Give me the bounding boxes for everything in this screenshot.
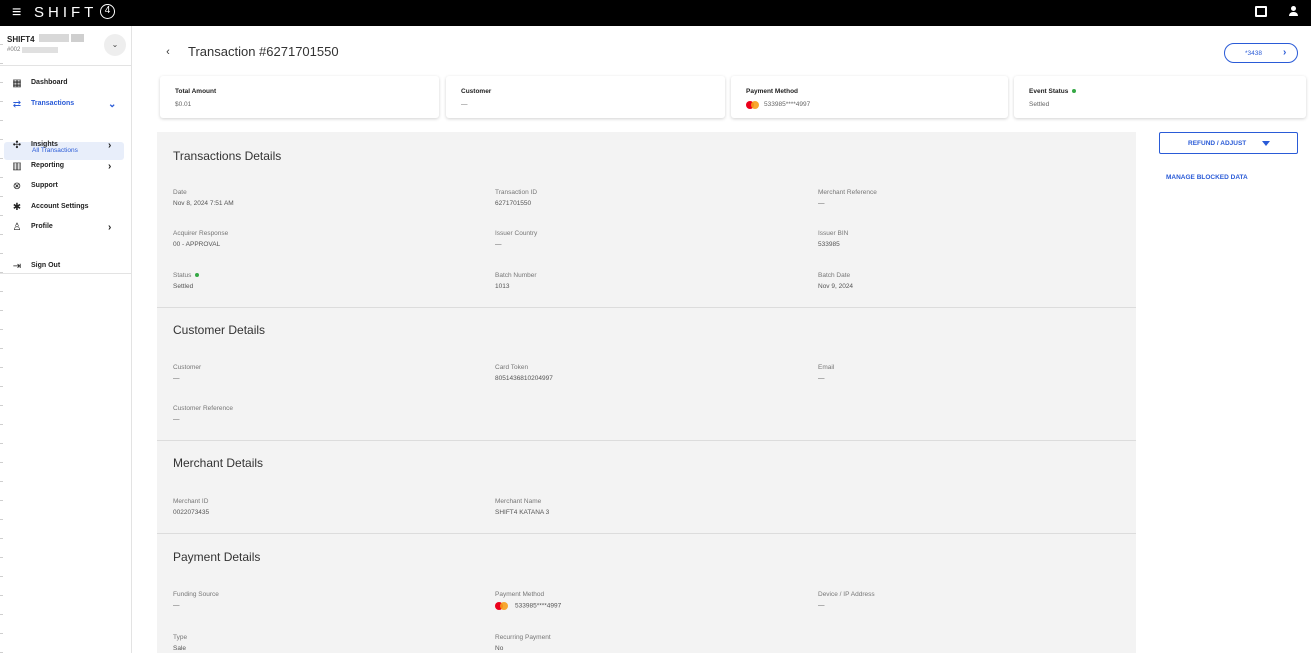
sidebar-edge xyxy=(0,26,3,653)
sign-out-icon: ⇥ xyxy=(12,261,22,272)
sidebar-item-transactions[interactable]: ⇄ Transactions ⌄ xyxy=(0,95,131,115)
field-merchant-name: Merchant Name SHIFT4 KATANA 3 xyxy=(495,498,550,516)
field-issuer-bin: Issuer BIN 533985 xyxy=(818,230,849,248)
hamburger-icon[interactable]: ≡ xyxy=(12,4,21,22)
status-dot-icon xyxy=(195,273,200,278)
chevron-right-icon: › xyxy=(108,222,112,233)
refund-adjust-label: REFUND / ADJUST xyxy=(1188,140,1247,147)
account-number: #002 xyxy=(7,47,21,53)
caret-down-icon xyxy=(1262,141,1270,146)
field-issuer-country: Issuer Country — xyxy=(495,230,538,248)
sidebar-item-label: Account Settings xyxy=(31,203,89,210)
section-title-customer: Customer Details xyxy=(173,323,266,337)
insights-icon: ✣ xyxy=(12,140,22,151)
support-icon: ⊗ xyxy=(12,181,22,192)
sidebar-item-label: Transactions xyxy=(31,100,75,107)
status-dot-icon xyxy=(1072,89,1076,93)
section-divider xyxy=(157,533,1136,534)
summary-value: Settled xyxy=(1029,101,1050,108)
refund-adjust-button[interactable]: REFUND / ADJUST xyxy=(1159,132,1298,154)
sidebar-item-label: Reporting xyxy=(31,162,65,169)
sidebar-item-label: Sign Out xyxy=(31,262,61,269)
sidebar-item-insights[interactable]: ✣ Insights › xyxy=(0,136,131,156)
page-title: Transaction #6271701550 xyxy=(188,44,339,59)
summary-title: Event Status xyxy=(1029,88,1069,95)
field-email: Email — xyxy=(818,364,835,382)
field-customer: Customer — xyxy=(173,364,202,382)
field-status: Status Settled xyxy=(173,272,200,290)
field-merchant-reference: Merchant Reference — xyxy=(818,189,877,207)
field-payment-method: Payment Method 533985****4997 xyxy=(495,591,562,610)
sidebar-item-label: Insights xyxy=(31,141,58,148)
sidebar-item-sign-out[interactable]: ⇥ Sign Out xyxy=(0,257,131,277)
field-card-token: Card Token 8051436810204997 xyxy=(495,364,553,382)
section-title-merchant: Merchant Details xyxy=(173,456,264,470)
field-transaction-id: Transaction ID 6271701550 xyxy=(495,189,538,207)
manage-blocked-data-link[interactable]: MANAGE BLOCKED DATA xyxy=(1166,174,1248,181)
mastercard-icon xyxy=(746,101,760,109)
redacted-block xyxy=(71,34,84,42)
user-icon[interactable] xyxy=(1287,5,1301,19)
section-divider xyxy=(157,307,1136,308)
sidebar-item-support[interactable]: ⊗ Support xyxy=(0,177,131,197)
chevron-down-icon: ⌄ xyxy=(108,99,117,110)
sidebar-item-label: Profile xyxy=(31,223,53,230)
logo: SHIFT xyxy=(34,4,98,21)
profile-icon: ♙ xyxy=(12,222,22,233)
redacted-block xyxy=(39,34,69,42)
summary-title: Customer xyxy=(461,88,492,95)
chevron-right-icon: › xyxy=(108,161,112,172)
account-switcher[interactable]: SHIFT4 #002 ⌄ xyxy=(0,26,131,66)
transfer-icon: ⇄ xyxy=(12,99,22,110)
card-last-digits: *3438 xyxy=(1245,50,1262,57)
chevron-down-icon[interactable]: ⌄ xyxy=(104,34,126,56)
field-acquirer-response: Acquirer Response 00 - APPROVAL xyxy=(173,230,229,248)
summary-card-total-amount: Total Amount $0.01 xyxy=(160,76,439,118)
back-button[interactable]: ‹ xyxy=(160,44,176,60)
sidebar-item-dashboard[interactable]: ▦ Dashboard xyxy=(0,74,131,94)
field-batch-date: Batch Date Nov 9, 2024 xyxy=(818,272,854,290)
summary-title: Payment Method xyxy=(746,88,799,95)
field-date: Date Nov 8, 2024 7:51 AM xyxy=(173,189,234,207)
sidebar-item-label: Dashboard xyxy=(31,79,68,86)
redacted-block xyxy=(22,47,58,53)
field-batch-number: Batch Number 1013 xyxy=(495,272,537,290)
field-recurring-payment: Recurring Payment No xyxy=(495,634,551,652)
chat-icon[interactable] xyxy=(1255,6,1267,17)
account-name: SHIFT4 xyxy=(7,35,35,44)
sidebar-item-account-settings[interactable]: ✱ Account Settings xyxy=(0,198,131,218)
dashboard-icon: ▦ xyxy=(12,78,22,89)
summary-value: 533985****4997 xyxy=(764,101,811,108)
summary-card-customer: Customer — xyxy=(446,76,725,118)
chevron-right-icon: › xyxy=(108,140,112,151)
field-device-ip: Device / IP Address — xyxy=(818,591,875,609)
field-merchant-id: Merchant ID 0022073435 xyxy=(173,498,210,516)
sidebar: SHIFT4 #002 ⌄ ▦ Dashboard ⇄ Transactions… xyxy=(0,26,132,653)
settings-icon: ✱ xyxy=(12,202,22,213)
summary-value: — xyxy=(461,101,468,108)
chevron-right-icon: › xyxy=(1283,47,1287,58)
section-title-payment: Payment Details xyxy=(173,550,261,564)
summary-value: $0.01 xyxy=(175,101,192,108)
details-panel: Transactions Details Date Nov 8, 2024 7:5… xyxy=(157,132,1136,653)
reporting-icon: ▥ xyxy=(12,161,22,172)
sidebar-item-reporting[interactable]: ▥ Reporting › xyxy=(0,157,131,177)
section-divider xyxy=(157,440,1136,441)
top-bar: ≡ SHIFT 4 xyxy=(0,0,1311,26)
field-funding-source: Funding Source — xyxy=(173,591,219,609)
summary-card-event-status: Event Status Settled xyxy=(1014,76,1306,118)
summary-title: Total Amount xyxy=(175,88,217,95)
sidebar-item-label: Support xyxy=(31,182,58,189)
summary-card-payment-method: Payment Method 533985****4997 xyxy=(731,76,1008,118)
section-title-transaction: Transactions Details xyxy=(173,149,282,163)
logo-digit: 4 xyxy=(100,4,115,19)
sidebar-item-profile[interactable]: ♙ Profile › xyxy=(0,218,131,238)
mastercard-icon xyxy=(495,602,509,610)
card-pill-button[interactable]: *3438 › xyxy=(1224,43,1298,63)
field-type: Type Sale xyxy=(173,634,188,652)
field-customer-reference: Customer Reference — xyxy=(173,405,233,423)
